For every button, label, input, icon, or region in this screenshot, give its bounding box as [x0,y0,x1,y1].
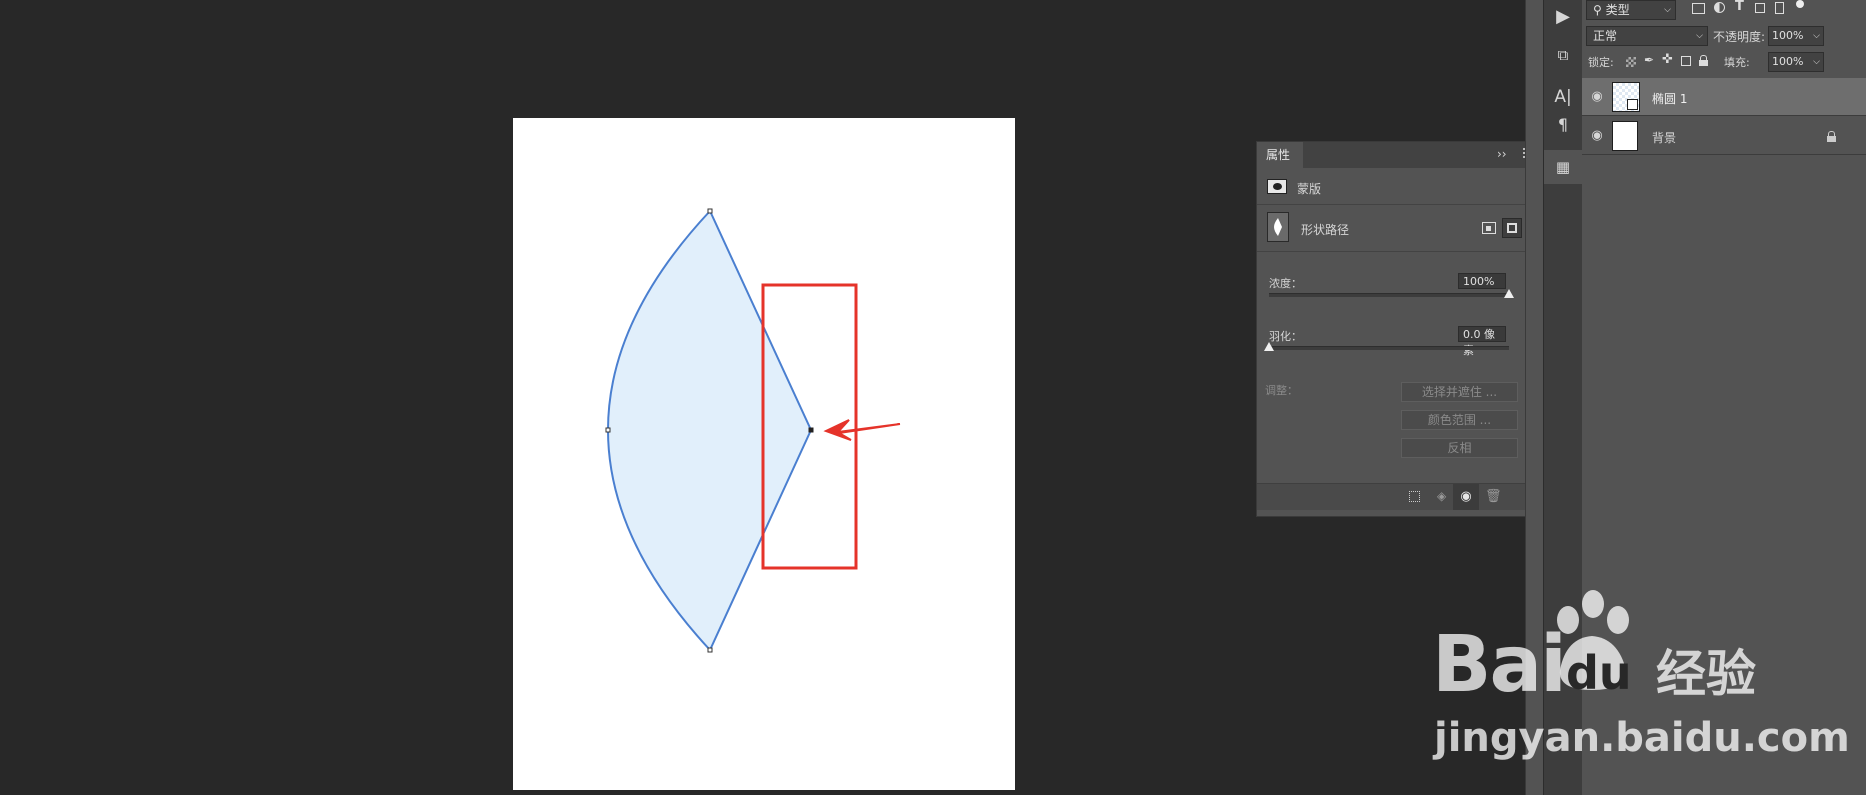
ellipse-shape-path[interactable] [606,209,813,652]
eye-icon[interactable]: ◉ [1588,127,1606,145]
expand-panel-icon[interactable]: ›› [1497,147,1507,161]
layer-row-ellipse[interactable]: ◉ 椭圆 1 [1582,78,1866,116]
feather-input[interactable]: 0.0 像素 [1458,326,1506,357]
filter-type-icon[interactable]: T [1735,0,1744,14]
mask-icon [1267,179,1287,194]
fill-label: 填充: [1724,56,1750,69]
feather-slider[interactable] [1269,346,1509,350]
fill-input[interactable]: 100% ⌵ [1768,52,1824,72]
shape-path-label: 形状路径 [1301,223,1350,237]
anchor-point-bottom[interactable] [707,647,713,653]
annotation-arrow-icon [823,419,901,441]
lock-icon [1827,131,1836,142]
layer-thumbnail-icon [1612,82,1640,112]
opacity-label: 不透明度: [1713,30,1766,44]
opacity-input[interactable]: 100% ⌵ [1768,26,1824,46]
properties-icon[interactable]: ▦ [1544,150,1582,184]
delete-mask-icon[interactable]: 🗑 [1485,489,1502,504]
adjust-label: 调整： [1265,384,1298,397]
mask-label: 蒙版 [1297,182,1322,196]
filter-toggle-icon[interactable] [1796,0,1804,8]
filter-image-icon[interactable] [1692,3,1705,14]
divider [1257,251,1542,252]
density-label: 浓度： [1269,277,1302,290]
filter-adjustment-icon[interactable] [1714,2,1725,13]
paragraph-icon[interactable]: ¶ [1544,108,1582,142]
watermark-url: jingyan.baidu.com [1434,715,1850,761]
opacity-value: 100% [1772,29,1804,42]
tab-properties[interactable]: 属性 [1257,142,1303,168]
color-range-button[interactable]: 颜色范围 ... [1401,410,1518,430]
apply-mask-icon[interactable]: ◈ [1437,489,1446,503]
filter-shape-icon[interactable] [1755,3,1765,13]
layer-name[interactable]: 椭圆 1 [1652,90,1687,107]
properties-tab-bar: 属性 ›› [1257,142,1542,168]
fill-value: 100% [1772,55,1804,68]
brush-settings-icon[interactable]: ⧉ [1544,38,1582,72]
chevron-down-icon: ⌵ [1664,5,1671,15]
density-slider-thumb[interactable] [1504,289,1514,298]
watermark-bai: Bai [1432,620,1567,710]
add-vector-mask-icon[interactable] [1482,222,1496,234]
feather-slider-thumb[interactable] [1264,342,1274,351]
chevron-down-icon: ⌵ [1813,31,1820,41]
search-icon: ⚲ [1593,3,1602,17]
anchor-point-left[interactable] [605,427,611,433]
blend-mode-select[interactable]: 正常 ⌵ [1586,26,1708,46]
chevron-down-icon: ⌵ [1696,31,1703,41]
properties-footer: ◈ ◉ 🗑 [1257,483,1542,510]
invert-button[interactable]: 反相 [1401,438,1518,458]
lock-all-icon[interactable] [1699,55,1708,66]
lock-position-icon[interactable]: ✜ [1662,52,1673,67]
layer-row-background[interactable]: ◉ 背景 [1582,117,1866,155]
layer-thumbnail-icon [1612,121,1638,151]
layer-filter-kind-select[interactable]: ⚲ 类型 ⌵ [1586,0,1676,20]
layer-name[interactable]: 背景 [1652,129,1676,146]
layer-filter-kind-value: 类型 [1605,3,1630,17]
lock-artboard-icon[interactable] [1681,56,1691,66]
density-input[interactable]: 100% [1458,273,1506,289]
properties-panel: 属性 ›› 蒙版 形状路径 浓度： 100% 羽化： 0.0 像素 调整： 选择… [1256,141,1543,517]
toggle-mask-visibility-icon[interactable]: ◉ [1453,484,1479,510]
lock-image-pixels-icon[interactable]: ✒ [1644,53,1654,67]
lock-label: 锁定: [1588,56,1614,69]
filter-smart-object-icon[interactable] [1775,2,1784,14]
watermark-du: du [1566,646,1632,700]
eye-icon[interactable]: ◉ [1588,88,1606,106]
select-and-mask-button[interactable]: 选择并遮住 ... [1401,382,1518,402]
watermark-jingyan-cn: 经验 [1656,645,1756,703]
anchor-point-right-selected[interactable] [808,427,814,433]
play-icon[interactable]: ▶ [1544,0,1582,34]
shape-path-thumbnail-icon [1267,212,1289,242]
convert-shape-icon[interactable] [1502,218,1522,238]
blend-mode-value: 正常 [1593,29,1618,43]
divider [1257,204,1542,205]
load-selection-icon[interactable] [1409,491,1420,502]
chevron-down-icon: ⌵ [1813,57,1820,67]
density-slider[interactable] [1269,293,1509,297]
lock-transparent-pixels-icon[interactable] [1626,57,1636,67]
anchor-point-top[interactable] [707,208,713,214]
